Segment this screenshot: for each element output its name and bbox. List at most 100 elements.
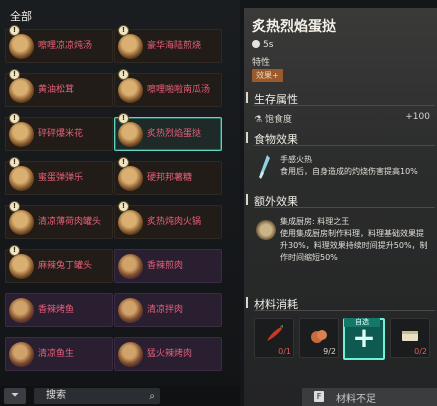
- cook-time-value: 5s: [263, 40, 274, 50]
- materials-section-header: 材料消耗: [246, 295, 435, 311]
- recipe-name: 嚓哩凉凉炖汤: [38, 40, 93, 51]
- recipe-card[interactable]: 猛火辣烤肉: [114, 337, 222, 371]
- kitchen-pot-icon: [256, 220, 276, 240]
- dish-image: [118, 122, 143, 147]
- material-slot-flour[interactable]: 0/2: [390, 318, 430, 358]
- dish-image: [118, 298, 143, 323]
- dish-image: [118, 78, 143, 103]
- material-slot-egg[interactable]: 9/2: [299, 318, 339, 358]
- dish-image: [118, 342, 143, 367]
- recipe-name: 麻辣兔丁罐头: [38, 260, 93, 271]
- extra-effect-section-header: 额外效果: [246, 192, 435, 208]
- recipe-name: 硬邦邦薯糖: [147, 172, 193, 183]
- exclamation-badge-icon: !: [118, 113, 129, 124]
- recipe-card[interactable]: 清凉鱼生: [5, 337, 113, 371]
- recipe-card[interactable]: ! 嚓哩凉凉炖汤: [5, 25, 113, 63]
- recipe-card[interactable]: ! 麻辣兔丁罐头: [5, 245, 113, 283]
- recipe-grid: ! 嚓哩凉凉炖汤! 豪华海陆煎烧! 黄油松茸! 嚓哩啪啦南瓜汤! 砰砰爆米花 ! 炙热烈焰蛋挞…: [0, 25, 240, 383]
- food-effect-title: 手感火热: [280, 155, 312, 164]
- dish-image: [9, 342, 34, 367]
- flour-icon: [402, 331, 418, 341]
- recipe-name: 豪华海陆煎烧: [147, 40, 202, 51]
- recipe-card[interactable]: 清凉拌肉: [114, 293, 222, 327]
- recipe-card[interactable]: ! 黄油松茸: [5, 69, 113, 107]
- dish-image: [118, 210, 143, 235]
- clock-icon: [252, 40, 260, 48]
- search-placeholder: 搜索: [46, 390, 66, 401]
- recipe-title: 炙热烈焰蛋挞: [252, 19, 336, 35]
- search-icon[interactable]: ⌕: [149, 389, 155, 405]
- recipe-card[interactable]: ! 硬邦邦薯糖: [114, 157, 222, 195]
- stat-label: 饱食度: [264, 115, 292, 125]
- trait-tag: 效果+: [252, 69, 283, 82]
- list-toolbar: ⏷ 搜索 ⌕: [0, 386, 240, 406]
- craft-button[interactable]: F 材料不足: [302, 388, 437, 406]
- recipe-list-panel: 全部 ! 嚓哩凉凉炖汤! 豪华海陆煎烧! 黄油松茸! 嚓哩啪啦南瓜汤! 砰砰爆米花 ! 炙热烈…: [0, 0, 240, 406]
- dish-image: [118, 166, 143, 191]
- dish-image: [9, 122, 34, 147]
- recipe-name: 猛火辣烤肉: [147, 348, 193, 359]
- filter-icon: ⏷: [11, 390, 19, 401]
- exclamation-badge-icon: !: [9, 157, 20, 168]
- recipe-name: 香辣烤鱼: [38, 304, 75, 315]
- recipe-card[interactable]: 香辣烤鱼: [5, 293, 113, 327]
- filter-button[interactable]: ⏷: [4, 388, 26, 404]
- recipe-card[interactable]: ! 豪华海陆煎烧: [114, 25, 222, 63]
- recipe-name: 砰砰爆米花: [38, 128, 84, 139]
- chili-pepper-icon: [267, 325, 283, 341]
- exclamation-badge-icon: !: [9, 113, 20, 124]
- recipe-card[interactable]: ! 清凉薄荷肉罐头: [5, 201, 113, 239]
- craft-key-hint: F: [314, 391, 324, 402]
- recipe-name: 蜜蛋弹弹乐: [38, 172, 84, 183]
- material-count: 9/2: [323, 347, 336, 356]
- exclamation-badge-icon: !: [9, 201, 20, 212]
- recipe-name: 香辣煎肉: [147, 260, 184, 271]
- recipe-name: 嚓哩啪啦南瓜汤: [147, 84, 211, 95]
- extra-effect-title: 集成厨房: 料理之王: [280, 217, 350, 226]
- food-effect-desc: 食用后，自身造成的灼烧伤害提高10%: [280, 167, 418, 176]
- survival-section-header: 生存属性: [246, 90, 435, 106]
- recipe-name: 清凉薄荷肉罐头: [38, 216, 102, 227]
- recipe-card[interactable]: 香辣煎肉: [114, 249, 222, 283]
- exclamation-badge-icon: !: [9, 25, 20, 36]
- recipe-name: 清凉拌肉: [147, 304, 184, 315]
- recipe-card[interactable]: ! 炙热炖肉火锅: [114, 201, 222, 239]
- stat-row-satiety: ⚗ 饱食度 +100: [254, 112, 430, 126]
- material-count: 0/1: [278, 347, 291, 356]
- recipe-name: 炙热炖肉火锅: [147, 216, 202, 227]
- flame-effect-icon: [259, 155, 270, 179]
- add-icon: +: [352, 321, 376, 354]
- stat-value: +100: [405, 112, 430, 122]
- exclamation-badge-icon: !: [9, 69, 20, 80]
- recipe-card[interactable]: ! 炙热烈焰蛋挞: [114, 113, 222, 151]
- search-input[interactable]: 搜索 ⌕: [34, 388, 160, 404]
- material-count: 0/2: [414, 347, 427, 356]
- recipe-name: 黄油松茸: [38, 84, 75, 95]
- exclamation-badge-icon: !: [118, 69, 129, 80]
- exclamation-badge-icon: !: [118, 157, 129, 168]
- dish-image: [9, 254, 34, 279]
- exclamation-badge-icon: !: [118, 25, 129, 36]
- trait-label: 特性: [252, 58, 271, 68]
- egg-icon: [311, 330, 327, 343]
- craft-button-label: 材料不足: [336, 394, 376, 405]
- recipe-card[interactable]: ! 嚓哩啪啦南瓜汤: [114, 69, 222, 107]
- material-slot-chili[interactable]: 0/1: [254, 318, 294, 358]
- recipe-card[interactable]: ! 砰砰爆米花: [5, 113, 113, 151]
- dish-image: [9, 166, 34, 191]
- dish-image: [118, 254, 143, 279]
- exclamation-badge-icon: !: [9, 245, 20, 256]
- food-effect-section-header: 食物效果: [246, 130, 435, 146]
- category-label[interactable]: 全部: [0, 8, 240, 23]
- dish-image: [118, 34, 143, 59]
- dish-image: [9, 298, 34, 323]
- satiety-icon: ⚗: [254, 115, 263, 125]
- auto-select-tag[interactable]: 自选: [344, 318, 380, 327]
- extra-effect-desc: 使用集成厨房制作料理，料理基础效果提升30%，料理效果持续时间提升50%，制作时…: [280, 229, 428, 262]
- exclamation-badge-icon: !: [118, 201, 129, 212]
- recipe-name: 清凉鱼生: [38, 348, 75, 359]
- recipe-card[interactable]: ! 蜜蛋弹弹乐: [5, 157, 113, 195]
- dish-image: [9, 78, 34, 103]
- dish-image: [9, 34, 34, 59]
- dish-image: [9, 210, 34, 235]
